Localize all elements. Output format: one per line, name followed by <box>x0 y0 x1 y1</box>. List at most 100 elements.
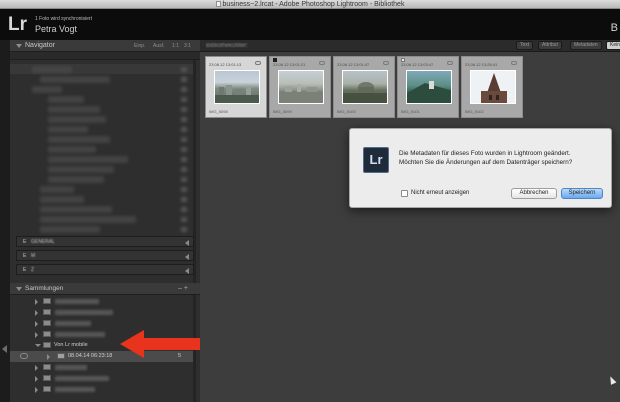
collections-add-remove-button[interactable]: – + <box>178 285 188 293</box>
save-button[interactable]: Speichern <box>561 188 603 199</box>
collapse-arrow-icon[interactable] <box>35 344 41 347</box>
collection-icon <box>57 353 65 359</box>
source-row-text: Z <box>31 267 35 273</box>
photo-filename: IMG_5100 <box>337 109 356 114</box>
zoom-fit-option[interactable]: Einp. <box>134 42 145 50</box>
save-metadata-dialog: Lr Die Metadaten für dieses Foto wurden … <box>349 128 612 208</box>
sync-status-text[interactable]: 1 Foto wird synchronisiert <box>35 16 92 23</box>
source-row-text: GENERAL <box>31 239 55 245</box>
expand-arrow-icon[interactable] <box>35 299 38 305</box>
dont-show-again-checkbox[interactable] <box>401 190 408 197</box>
filter-attribute-button[interactable]: Attribut <box>538 41 562 50</box>
tree-item[interactable] <box>32 86 62 93</box>
lightroom-window: business~2.lrcat - Adobe Photoshop Light… <box>0 0 620 402</box>
photo-cell[interactable]: 23.08.12 13:01:47 IMG_5100 <box>333 56 395 118</box>
module-picker-library[interactable]: B <box>611 22 618 34</box>
photo-capture-date: 23.08.12 13:03:47 <box>401 62 434 67</box>
tree-item[interactable] <box>32 66 72 73</box>
dialog-message-line-2: Möchten Sie die Änderungen auf dem Daten… <box>399 159 573 166</box>
source-row-general[interactable]: E GENERAL <box>16 236 194 247</box>
expand-arrow-icon[interactable] <box>35 365 38 371</box>
tree-item-count <box>181 97 187 102</box>
tree-item[interactable] <box>40 226 100 233</box>
collection-item[interactable] <box>10 362 193 373</box>
expand-arrow-icon[interactable] <box>35 332 38 338</box>
collection-item[interactable] <box>10 307 193 318</box>
city-view-icon <box>279 84 323 103</box>
tree-item[interactable] <box>48 166 114 173</box>
expand-arrow-icon[interactable] <box>47 354 50 360</box>
expand-arrow-icon[interactable] <box>35 376 38 382</box>
expand-arrow-icon[interactable] <box>185 268 189 274</box>
left-panel-edge[interactable] <box>0 40 10 402</box>
tree-item[interactable] <box>40 186 74 193</box>
filter-metadata-button[interactable]: Metadaten <box>570 41 602 50</box>
photo-cell[interactable]: 23.08.12 13:03:47 IMG_5101 <box>397 56 459 118</box>
cancel-button[interactable]: Abbrechen <box>511 188 557 199</box>
tree-item[interactable] <box>48 106 100 113</box>
photo-thumbnail <box>342 70 388 104</box>
collection-item[interactable] <box>10 373 193 384</box>
filter-none-button[interactable]: Kein <box>606 41 620 50</box>
zoom-1-1-option[interactable]: 1:1 <box>172 42 179 50</box>
collection-set-icon <box>43 364 51 370</box>
filter-text-button[interactable]: Text <box>516 41 534 50</box>
collection-set-icon <box>43 298 51 304</box>
photo-capture-date: 23.08.12 13:01:13 <box>209 62 242 67</box>
navigator-preview <box>10 52 200 60</box>
window-title: business~2.lrcat - Adobe Photoshop Light… <box>222 1 405 8</box>
tree-item[interactable] <box>40 206 112 213</box>
collections-header[interactable]: Sammlungen – + <box>10 283 200 295</box>
lightroom-logo: Lr <box>8 14 27 35</box>
aerial-green-icon <box>407 81 451 103</box>
source-row-letter: E <box>23 253 27 259</box>
expand-arrow-icon[interactable] <box>35 310 38 316</box>
collection-item[interactable] <box>10 384 193 395</box>
photo-filename: IMG_5102 <box>465 109 484 114</box>
window-title-wrap: business~2.lrcat - Adobe Photoshop Light… <box>0 0 620 9</box>
tree-item[interactable] <box>48 156 128 163</box>
expand-arrow-icon[interactable] <box>185 240 189 246</box>
tree-item[interactable] <box>48 96 84 103</box>
tree-item-count <box>181 197 187 202</box>
source-row-z[interactable]: E Z <box>16 264 194 275</box>
tree-item-count <box>181 137 187 142</box>
expand-arrow-icon[interactable] <box>35 387 38 393</box>
expand-arrow-icon[interactable] <box>185 254 189 260</box>
collections-label: Sammlungen <box>25 285 64 292</box>
photo-thumbnail <box>470 70 516 104</box>
collection-name-redacted <box>55 299 99 304</box>
sync-badge-icon <box>319 61 325 65</box>
photo-cell[interactable]: 23.08.12 13:26:41 IMG_5102 <box>461 56 523 118</box>
photo-cell[interactable]: 23.08.12 13:01:21 IMG_5099 <box>269 56 331 118</box>
tree-item[interactable] <box>40 216 136 223</box>
navigator-header[interactable]: Navigator Einp. Ausf. 1:1 3:1 <box>10 40 200 52</box>
collapse-left-panel-icon[interactable] <box>2 345 7 353</box>
tree-item-count <box>181 117 187 122</box>
window-titlebar[interactable]: business~2.lrcat - Adobe Photoshop Light… <box>0 0 620 9</box>
tree-item[interactable] <box>40 76 110 83</box>
collection-item[interactable] <box>10 318 193 329</box>
tree-item[interactable] <box>48 136 110 143</box>
tree-item[interactable] <box>40 196 84 203</box>
photo-filename: IMG_5099 <box>273 109 292 114</box>
tree-item[interactable] <box>48 116 106 123</box>
expand-arrow-icon[interactable] <box>35 321 38 327</box>
photo-cell[interactable]: 23.08.12 13:01:13 IMG_5098 <box>205 56 267 118</box>
tree-item-count <box>181 157 187 162</box>
collection-item[interactable] <box>10 296 193 307</box>
zoom-fill-option[interactable]: Ausf. <box>153 42 164 50</box>
zoom-3-1-option[interactable]: 3:1 <box>184 42 191 50</box>
collection-name-redacted <box>55 332 105 337</box>
filter-bar-label: Bibliotheksfilter: <box>206 43 249 49</box>
disclosure-triangle-icon <box>16 287 22 291</box>
tree-item-count <box>181 167 187 172</box>
collection-set-label: Von Lr mobile <box>54 342 88 348</box>
collection-label: 08.04.14 06:23:18 <box>68 353 113 359</box>
tree-item[interactable] <box>48 176 104 183</box>
source-row-m[interactable]: E M <box>16 250 194 261</box>
tree-item[interactable] <box>48 126 88 133</box>
dont-show-again-label[interactable]: Nicht erneut anzeigen <box>411 189 469 198</box>
tree-item[interactable] <box>48 146 96 153</box>
tree-item-count <box>181 127 187 132</box>
